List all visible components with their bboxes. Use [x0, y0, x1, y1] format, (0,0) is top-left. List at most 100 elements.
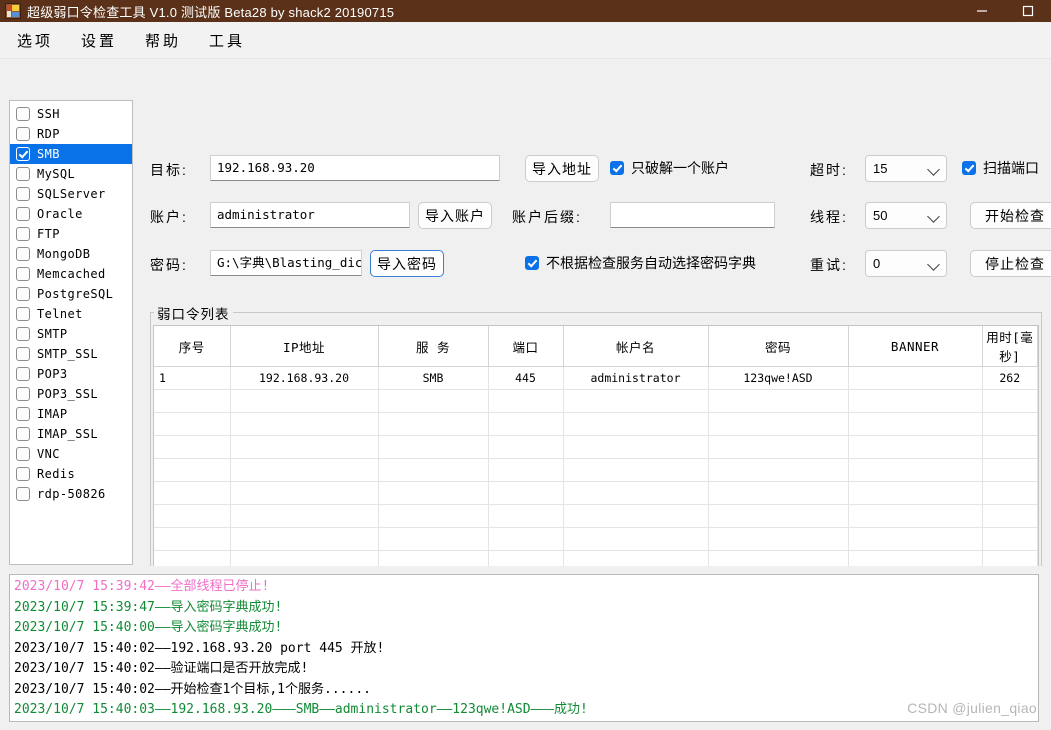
thread-select[interactable]: 50 [865, 202, 947, 229]
table-header-row: 序号 IP地址服 务端口 帐户名 密码 BANNER 用时[毫秒] [154, 326, 1038, 367]
only-one-account-checkbox[interactable]: 只破解一个账户 [610, 158, 729, 178]
protocol-item-smtp_ssl[interactable]: SMTP_SSL [10, 344, 132, 364]
protocol-item-sqlserver[interactable]: SQLServer [10, 184, 132, 204]
retry-select[interactable]: 0 [865, 250, 947, 277]
protocol-item-rdp[interactable]: RDP [10, 124, 132, 144]
scan-port-checkbox[interactable]: 扫描端口 [962, 158, 1039, 178]
table-column-header[interactable]: BANNER [848, 326, 983, 367]
checkbox-box[interactable] [16, 167, 30, 181]
checkbox-box[interactable] [16, 327, 30, 341]
checkbox-box[interactable] [16, 127, 30, 141]
table-cell-empty [378, 504, 489, 528]
checkbox-box[interactable] [16, 267, 30, 281]
minimize-icon[interactable] [959, 0, 1005, 22]
checkbox-box[interactable] [16, 487, 30, 501]
table-cell-empty [563, 389, 709, 413]
protocol-item-ssh[interactable]: SSH [10, 104, 132, 124]
protocol-item-memcached[interactable]: Memcached [10, 264, 132, 284]
table-row-empty [154, 504, 1038, 528]
checkbox-box[interactable] [16, 227, 30, 241]
table-column-header[interactable]: 帐户名 [563, 326, 709, 367]
auto-dictionary-checkbox[interactable]: 不根据检查服务自动选择密码字典 [525, 253, 756, 273]
protocol-item-oracle[interactable]: Oracle [10, 204, 132, 224]
table-cell: administrator [563, 366, 709, 390]
thread-value: 50 [873, 208, 888, 223]
protocol-item-mongodb[interactable]: MongoDB [10, 244, 132, 264]
checkbox-box[interactable] [16, 287, 30, 301]
table-cell-empty [708, 389, 849, 413]
auto-dictionary-label: 不根据检查服务自动选择密码字典 [546, 255, 756, 271]
checkbox-box[interactable] [16, 347, 30, 361]
protocol-item-ftp[interactable]: FTP [10, 224, 132, 244]
checkbox-box[interactable] [16, 247, 30, 261]
timeout-select[interactable]: 15 [865, 155, 947, 182]
table-column-header[interactable]: 服 务 [378, 326, 489, 367]
protocol-item-mysql[interactable]: MySQL [10, 164, 132, 184]
checkbox-box[interactable] [16, 147, 30, 161]
protocol-item-telnet[interactable]: Telnet [10, 304, 132, 324]
protocol-list[interactable]: SSH RDP SMB MySQL SQLServer Oracle FTP MongoDB M… [9, 100, 133, 565]
protocol-item-imap[interactable]: IMAP [10, 404, 132, 424]
table-row-empty [154, 435, 1038, 459]
protocol-label: RDP [37, 127, 60, 141]
table-cell-empty [154, 504, 231, 528]
protocol-item-imap_ssl[interactable]: IMAP_SSL [10, 424, 132, 444]
table-row-empty [154, 412, 1038, 436]
checkbox-box[interactable] [16, 107, 30, 121]
protocol-item-pop3_ssl[interactable]: POP3_SSL [10, 384, 132, 404]
table-column-header[interactable]: 序号 [154, 326, 231, 367]
table-column-header[interactable]: 端口 [488, 326, 564, 367]
stop-check-button[interactable]: 停止检查 [970, 250, 1051, 277]
protocol-label: VNC [37, 447, 60, 461]
watermark-text: CSDN @julien_qiao [907, 700, 1037, 716]
results-grid[interactable]: 序号 IP地址服 务端口 帐户名 密码 BANNER 用时[毫秒] 1 192.168.93… [153, 325, 1039, 599]
menu-item-settings[interactable]: 设置 [78, 28, 120, 53]
protocol-label: Redis [37, 467, 76, 481]
checkbox-box [525, 256, 539, 270]
checkbox-box[interactable] [16, 207, 30, 221]
import-password-button[interactable]: 导入密码 [370, 250, 444, 277]
table-cell-empty [563, 435, 709, 459]
table-cell-empty [563, 458, 709, 482]
checkbox-box[interactable] [16, 427, 30, 441]
table-row-empty [154, 458, 1038, 482]
menu-item-options[interactable]: 选项 [14, 28, 56, 53]
account-suffix-input[interactable] [610, 202, 775, 228]
import-address-button[interactable]: 导入地址 [525, 155, 599, 182]
main-content: SSH RDP SMB MySQL SQLServer Oracle FTP MongoDB M… [0, 59, 1051, 602]
protocol-item-postgresql[interactable]: PostgreSQL [10, 284, 132, 304]
checkbox-box[interactable] [16, 187, 30, 201]
table-row[interactable]: 1 192.168.93.20 SMB 445 administrator 123qwe!… [154, 366, 1038, 390]
table-column-header[interactable]: IP地址 [230, 326, 379, 367]
window-controls [959, 0, 1051, 22]
checkbox-box[interactable] [16, 467, 30, 481]
protocol-label: POP3 [37, 367, 68, 381]
start-check-button[interactable]: 开始检查 [970, 202, 1051, 229]
target-input[interactable]: 192.168.93.20 [210, 155, 500, 181]
table-cell-empty [982, 504, 1038, 528]
protocol-item-vnc[interactable]: VNC [10, 444, 132, 464]
menu-item-tools[interactable]: 工具 [206, 28, 248, 53]
checkbox-box[interactable] [16, 447, 30, 461]
protocol-item-rdp-50826[interactable]: rdp-50826 [10, 484, 132, 504]
table-column-header[interactable]: 用时[毫秒] [982, 326, 1038, 367]
account-input[interactable]: administrator [210, 202, 410, 228]
checkbox-box[interactable] [16, 367, 30, 381]
table-cell-empty [488, 504, 564, 528]
table-cell-empty [488, 412, 564, 436]
log-output[interactable]: 2023/10/7 15:39:42——全部线程已停止! 2023/10/7 15… [9, 574, 1039, 722]
protocol-item-smtp[interactable]: SMTP [10, 324, 132, 344]
table-column-header[interactable]: 密码 [708, 326, 849, 367]
protocol-item-smb[interactable]: SMB [10, 144, 132, 164]
protocol-item-redis[interactable]: Redis [10, 464, 132, 484]
checkbox-box[interactable] [16, 307, 30, 321]
password-dictionary-input[interactable]: G:\字典\Blasting_dictionar [210, 250, 362, 276]
protocol-item-pop3[interactable]: POP3 [10, 364, 132, 384]
chevron-down-icon [927, 258, 940, 271]
maximize-icon[interactable] [1005, 0, 1051, 22]
checkbox-box[interactable] [16, 387, 30, 401]
import-account-button[interactable]: 导入账户 [418, 202, 492, 229]
checkbox-box[interactable] [16, 407, 30, 421]
menu-bar: 选项 设置 帮助 工具 [0, 22, 1051, 59]
menu-item-help[interactable]: 帮助 [142, 28, 184, 53]
